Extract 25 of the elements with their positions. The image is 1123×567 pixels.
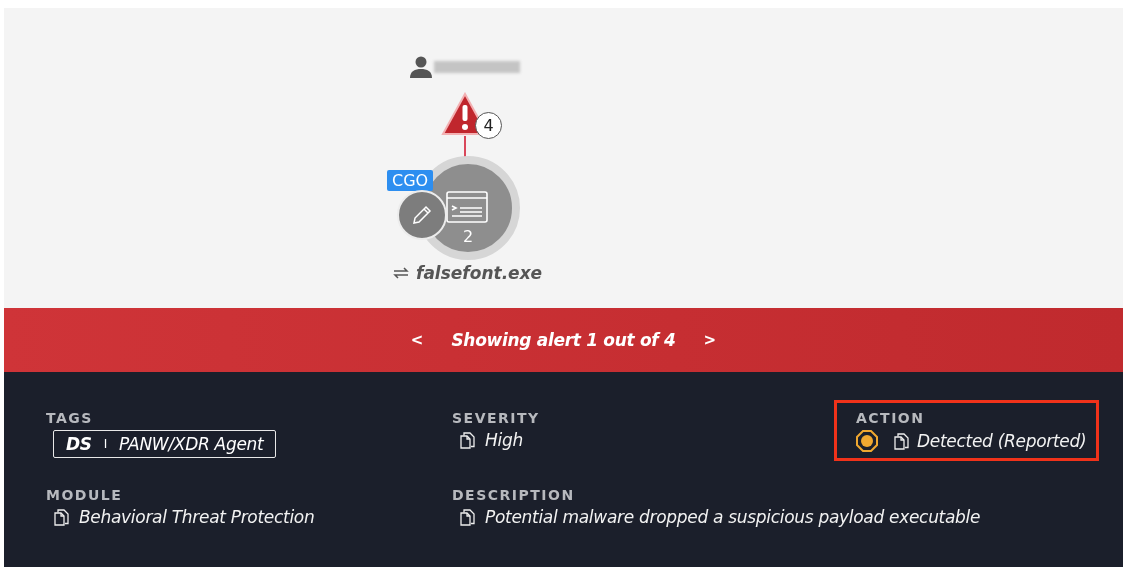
process-count: 2 [462, 227, 474, 246]
field-value: High [485, 430, 523, 450]
pencil-icon [411, 204, 433, 226]
user-icon [410, 56, 432, 78]
previous-alert-button[interactable]: < [410, 330, 424, 349]
field-label: MODULE [46, 487, 123, 503]
document-icon [54, 508, 69, 526]
document-icon [894, 432, 909, 450]
alert-count-badge: 4 [475, 112, 502, 139]
terminal-window-icon [446, 191, 488, 223]
field-value: Behavioral Threat Protection [79, 507, 315, 527]
tag-chip: DS I PANW/XDR Agent [53, 430, 277, 458]
process-name: falsefont.exe [416, 263, 543, 283]
document-icon [460, 508, 475, 526]
field-label: TAGS [46, 410, 93, 426]
field-label: SEVERITY [452, 410, 540, 426]
next-alert-button[interactable]: > [703, 330, 717, 349]
tag-label: CGO [387, 170, 434, 191]
document-icon [460, 431, 475, 449]
alert-position-text: Showing alert 1 out of 4 [451, 329, 676, 350]
edit-button[interactable] [397, 190, 447, 240]
field-label: DESCRIPTION [452, 487, 575, 503]
field-label: ACTION [856, 410, 926, 426]
field-value: Detected (Reported) [917, 431, 1087, 451]
field-value: Potential malware dropped a suspicious payload executable [485, 507, 981, 527]
